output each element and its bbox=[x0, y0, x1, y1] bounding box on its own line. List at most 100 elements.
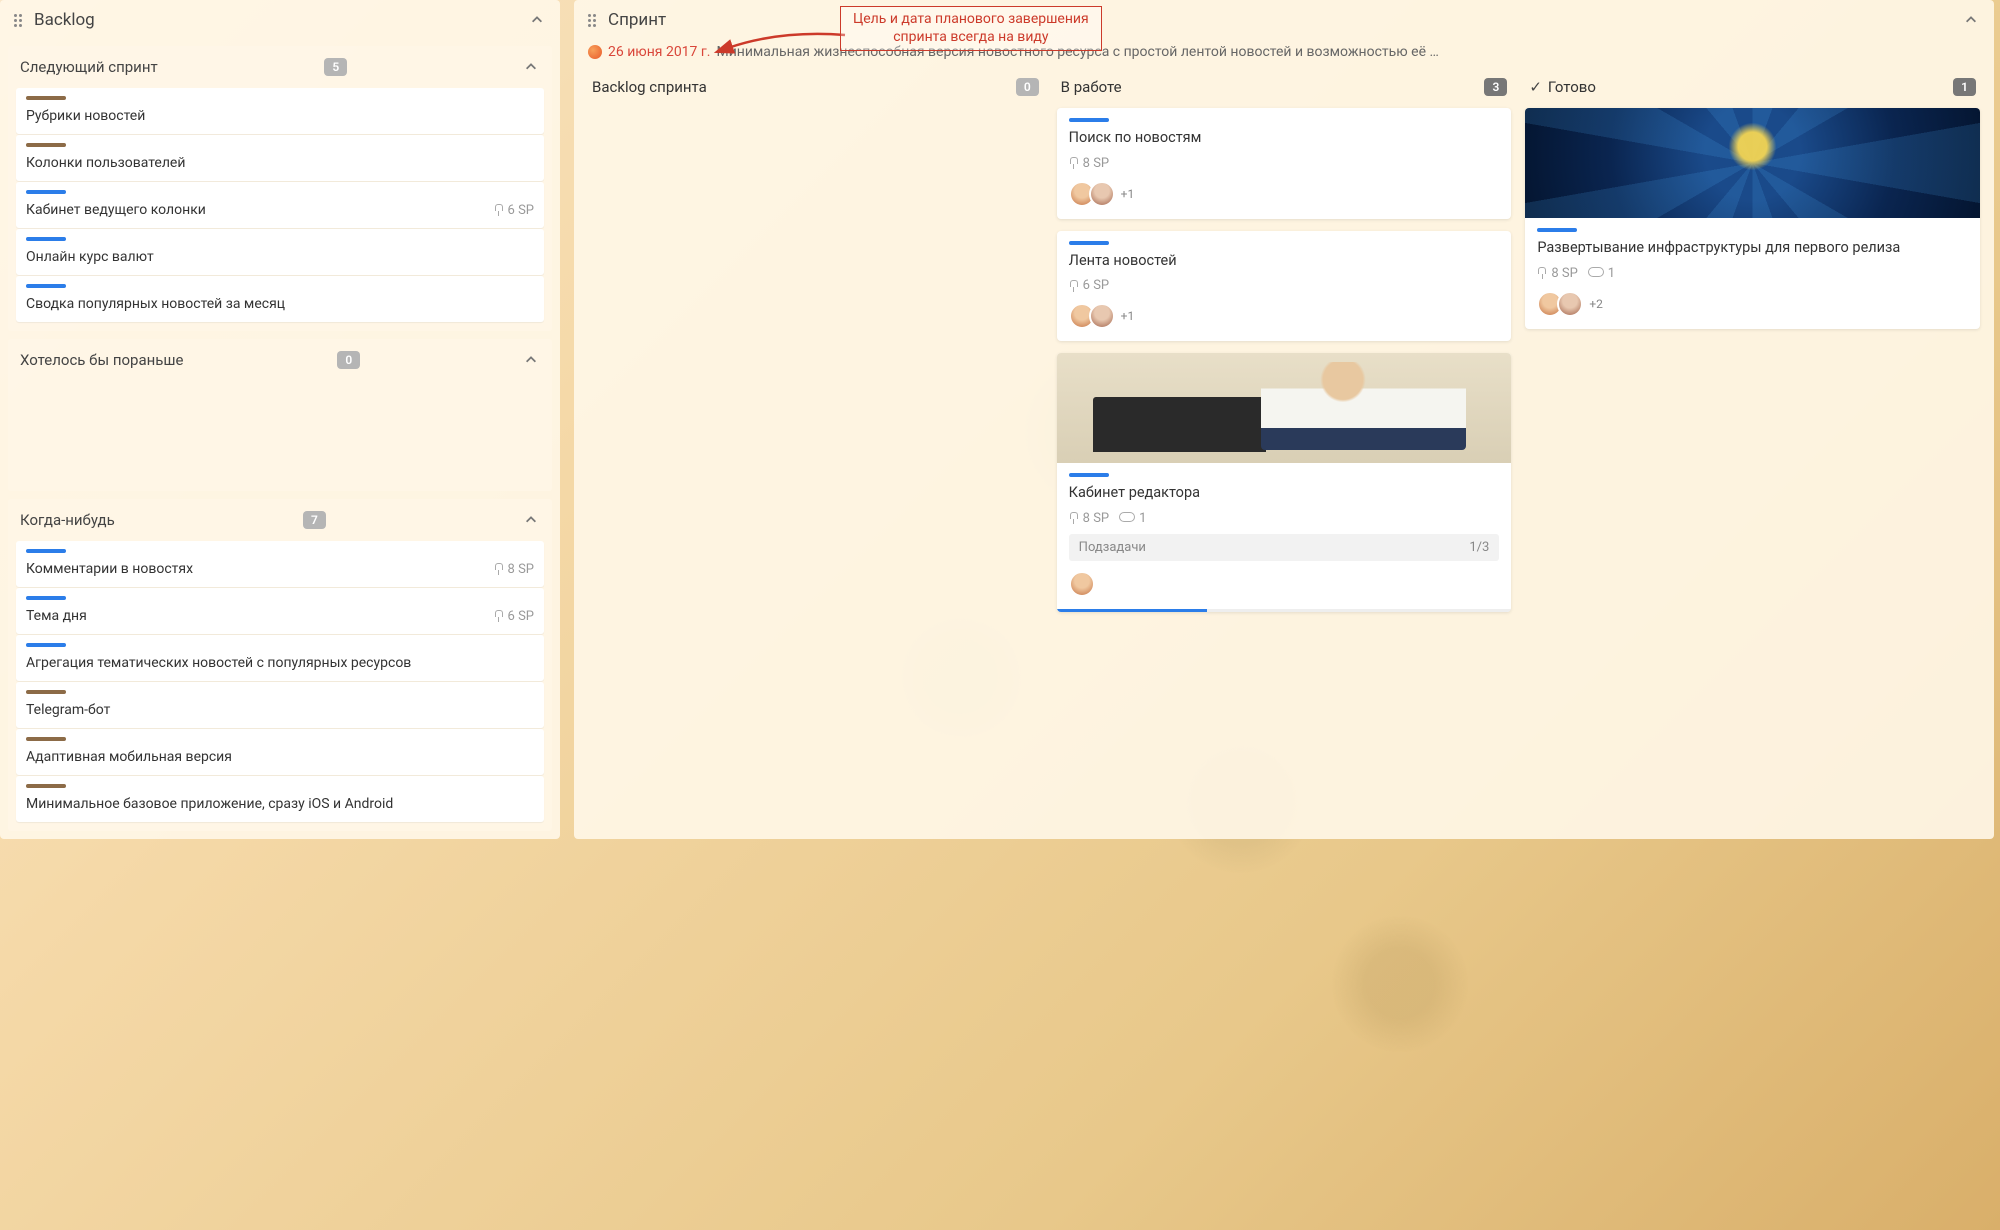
backlog-card[interactable]: Агрегация тематических новостей с популя… bbox=[16, 635, 544, 681]
backlog-title: Backlog bbox=[34, 10, 95, 30]
card-title: Минимальное базовое приложение, сразу iO… bbox=[26, 796, 393, 812]
section-header[interactable]: Когда-нибудь7 bbox=[8, 499, 552, 541]
card-title: Комментарии в новостях bbox=[26, 561, 193, 577]
task-story-points: 6 SP bbox=[1069, 278, 1109, 293]
drag-handle-icon[interactable] bbox=[14, 13, 24, 27]
section-body: Рубрики новостейКолонки пользователейКаб… bbox=[8, 88, 552, 331]
pin-icon bbox=[1069, 280, 1079, 292]
card-stripe bbox=[26, 284, 66, 288]
section-body bbox=[8, 381, 552, 491]
annotation-callout: Цель и дата планового завершения спринта… bbox=[840, 6, 1102, 51]
backlog-card[interactable]: Сводка популярных новостей за месяц bbox=[16, 276, 544, 322]
card-story-points: 6 SP bbox=[494, 203, 534, 218]
task-title: Лента новостей bbox=[1069, 251, 1500, 271]
card-stripe bbox=[26, 237, 66, 241]
backlog-card[interactable]: Кабинет ведущего колонки 6 SP bbox=[16, 182, 544, 228]
card-title: Рубрики новостей bbox=[26, 108, 145, 124]
backlog-card[interactable]: Онлайн курс валют bbox=[16, 229, 544, 275]
card-stripe bbox=[26, 784, 66, 788]
card-title: Онлайн курс валют bbox=[26, 249, 154, 265]
backlog-card[interactable]: Telegram-бот bbox=[16, 682, 544, 728]
card-stripe bbox=[26, 690, 66, 694]
section-title: Хотелось бы пораньше bbox=[20, 351, 184, 369]
card-story-points: 8 SP bbox=[494, 562, 534, 577]
card-title: Кабинет ведущего колонки bbox=[26, 202, 206, 218]
card-stripe bbox=[1069, 241, 1109, 245]
subtasks-label: Подзадачи bbox=[1079, 540, 1146, 555]
avatar-more-count: +2 bbox=[1589, 297, 1603, 311]
pin-icon bbox=[494, 610, 504, 622]
pin-icon bbox=[1069, 512, 1079, 524]
card-title: Агрегация тематических новостей с популя… bbox=[26, 655, 411, 671]
card-stripe bbox=[26, 96, 66, 100]
column-title: Готово bbox=[1548, 78, 1596, 96]
backlog-card[interactable]: Адаптивная мобильная версия bbox=[16, 729, 544, 775]
card-title: Сводка популярных новостей за месяц bbox=[26, 296, 285, 312]
column-count-badge: 0 bbox=[1016, 78, 1039, 96]
avatar-more-count: +1 bbox=[1121, 309, 1135, 323]
task-card[interactable]: Поиск по новостям8 SP+1 bbox=[1057, 108, 1512, 219]
drag-handle-icon[interactable] bbox=[588, 13, 598, 27]
card-stripe bbox=[1069, 118, 1109, 122]
backlog-card[interactable]: Колонки пользователей bbox=[16, 135, 544, 181]
task-progress-bar bbox=[1057, 609, 1512, 612]
task-card[interactable]: Развертывание инфраструктуры для первого… bbox=[1525, 108, 1980, 329]
task-story-points: 8 SP bbox=[1537, 266, 1577, 281]
backlog-section: Когда-нибудь7 Комментарии в новостях 8 SP Т… bbox=[8, 499, 552, 831]
task-card[interactable]: Кабинет редактора8 SP1Подзадачи1/3 bbox=[1057, 353, 1512, 612]
avatar[interactable] bbox=[1089, 181, 1115, 207]
task-title: Поиск по новостям bbox=[1069, 128, 1500, 148]
card-stripe bbox=[26, 643, 66, 647]
avatar[interactable] bbox=[1557, 291, 1583, 317]
column-header: В работе 3 bbox=[1057, 70, 1512, 108]
backlog-card[interactable]: Тема дня6 SP bbox=[16, 588, 544, 634]
collapse-backlog-chevron-icon[interactable] bbox=[528, 11, 546, 29]
column-count-badge: 1 bbox=[1953, 78, 1976, 96]
card-stripe bbox=[26, 143, 66, 147]
task-cover-image bbox=[1525, 108, 1980, 218]
sprint-panel: Спринт 26 июня 2017 г. Минимальная жизне… bbox=[574, 0, 1994, 839]
backlog-section: Хотелось бы пораньше0 bbox=[8, 339, 552, 491]
section-title: Когда-нибудь bbox=[20, 511, 115, 529]
task-subtasks-row[interactable]: Подзадачи 1/3 bbox=[1069, 534, 1500, 561]
column-title: В работе bbox=[1061, 78, 1122, 96]
section-count-badge: 5 bbox=[324, 58, 347, 76]
task-card[interactable]: Лента новостей 6 SP +1 bbox=[1057, 231, 1512, 342]
card-stripe bbox=[1537, 228, 1577, 232]
backlog-card[interactable]: Минимальное базовое приложение, сразу iO… bbox=[16, 776, 544, 822]
card-title: Адаптивная мобильная версия bbox=[26, 749, 232, 765]
section-chevron-icon[interactable] bbox=[522, 351, 540, 369]
annotation-line-1: Цель и дата планового завершения bbox=[853, 11, 1089, 29]
avatar[interactable] bbox=[1089, 303, 1115, 329]
sprint-goal-row: 26 июня 2017 г. Минимальная жизнеспособн… bbox=[574, 40, 1994, 70]
task-avatars bbox=[1069, 571, 1500, 597]
task-cover-image bbox=[1057, 353, 1512, 463]
annotation-line-2: спринта всегда на виду bbox=[853, 29, 1089, 47]
subtasks-count: 1/3 bbox=[1469, 540, 1489, 555]
sprint-column: ✓Готово1Развертывание инфраструктуры для… bbox=[1525, 70, 1980, 341]
pin-icon bbox=[1069, 157, 1079, 169]
task-attachments: 1 bbox=[1588, 266, 1615, 281]
avatar[interactable] bbox=[1069, 571, 1095, 597]
paperclip-icon bbox=[1588, 266, 1604, 281]
section-chevron-icon[interactable] bbox=[522, 511, 540, 529]
section-header[interactable]: Следующий спринт 5 bbox=[8, 46, 552, 88]
card-title: Тема дня bbox=[26, 608, 87, 624]
card-stripe bbox=[26, 549, 66, 553]
task-avatars: +1 bbox=[1069, 303, 1500, 329]
sprint-title: Спринт bbox=[608, 10, 666, 30]
card-stripe bbox=[26, 737, 66, 741]
backlog-header: Backlog bbox=[0, 0, 560, 40]
collapse-sprint-chevron-icon[interactable] bbox=[1962, 11, 1980, 29]
backlog-card[interactable]: Рубрики новостей bbox=[16, 88, 544, 134]
check-icon: ✓ bbox=[1529, 78, 1542, 96]
backlog-panel: Backlog Следующий спринт 5 Рубрики новосте… bbox=[0, 0, 560, 839]
section-body: Комментарии в новостях 8 SP Тема дня6 SP Аг… bbox=[8, 541, 552, 831]
task-title: Кабинет редактора bbox=[1069, 483, 1500, 503]
section-chevron-icon[interactable] bbox=[522, 58, 540, 76]
section-title: Следующий спринт bbox=[20, 58, 158, 76]
column-count-badge: 3 bbox=[1484, 78, 1507, 96]
card-stripe bbox=[26, 596, 66, 600]
section-header[interactable]: Хотелось бы пораньше0 bbox=[8, 339, 552, 381]
backlog-card[interactable]: Комментарии в новостях 8 SP bbox=[16, 541, 544, 587]
